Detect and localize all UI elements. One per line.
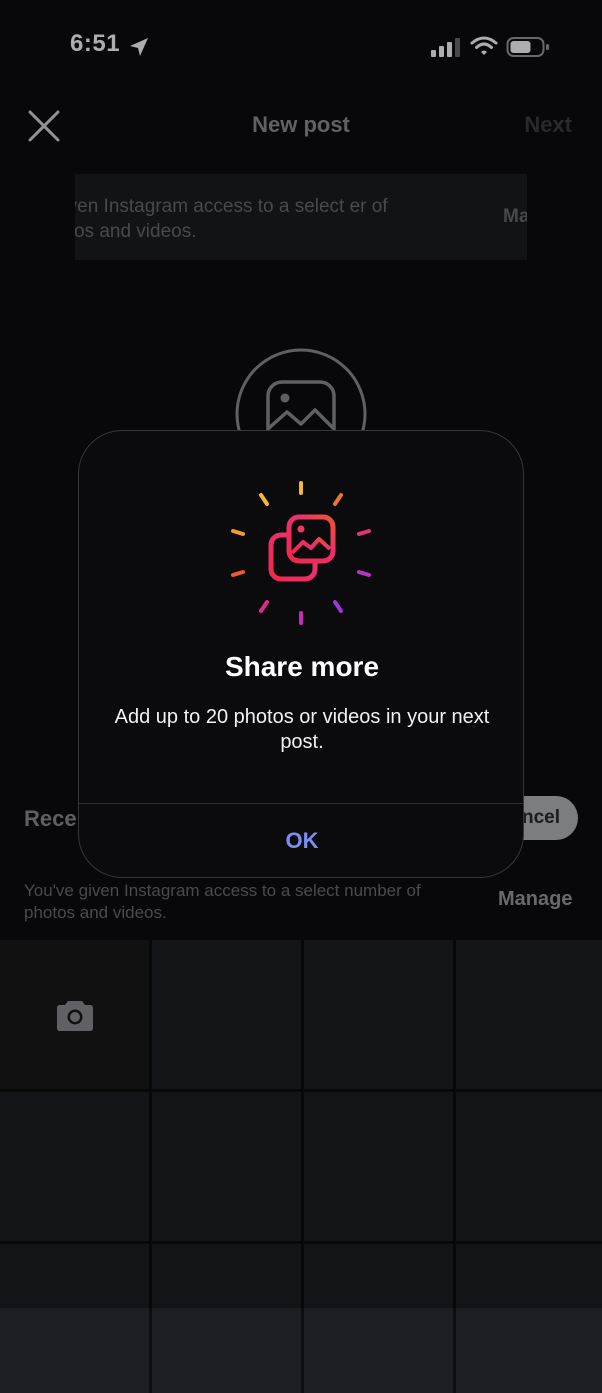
ok-button[interactable]: OK xyxy=(79,803,523,877)
multi-photo-icon xyxy=(231,481,371,625)
share-more-dialog: Share more Add up to 20 photos or videos… xyxy=(78,430,524,878)
dialog-message: Add up to 20 photos or videos in your ne… xyxy=(114,706,490,753)
dialog-title: Share more xyxy=(224,651,380,682)
